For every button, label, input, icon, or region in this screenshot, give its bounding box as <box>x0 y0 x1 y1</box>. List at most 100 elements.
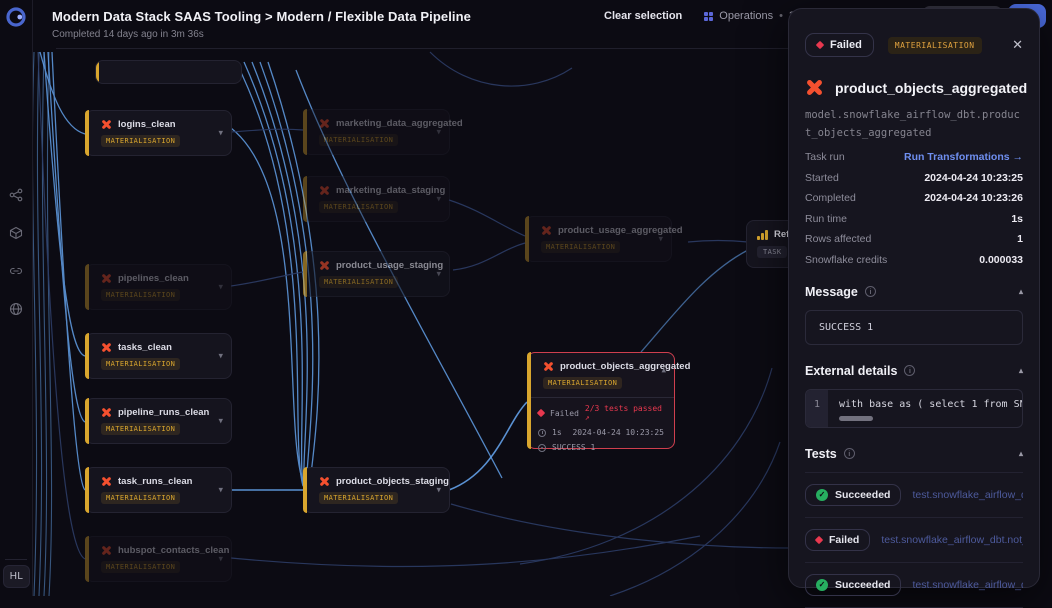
node-logins-clean[interactable]: logins_clean MATERIALISATION ▾ <box>85 110 232 156</box>
test-link[interactable]: test.snowflake_airflow_dbt.not_null_pr <box>881 534 1023 546</box>
chevron-down-icon[interactable]: ▾ <box>218 129 223 138</box>
chevron-down-icon[interactable]: ▾ <box>218 283 223 292</box>
section-title: External details <box>805 364 897 378</box>
node-name: task_runs_clean <box>118 476 192 487</box>
field-value: 2024-04-24 10:23:25 <box>924 172 1023 184</box>
materialisation-stripe <box>303 467 307 513</box>
detail-panel: Failed MATERIALISATION ✕ product_objects… <box>788 8 1040 588</box>
node-tasks-clean[interactable]: tasks_clean MATERIALISATION ▾ <box>85 333 232 379</box>
test-status-label: Succeeded <box>835 579 890 591</box>
section-title: Tests <box>805 447 837 461</box>
field-completed: Completed 2024-04-24 10:23:26 <box>805 192 1023 204</box>
field-value: 1s <box>1011 213 1023 225</box>
info-icon: i <box>844 448 855 459</box>
node-pipelines-clean[interactable]: pipelines_clean MATERIALISATION ▾ <box>85 264 232 310</box>
check-icon: ✓ <box>816 489 828 501</box>
dbt-icon <box>101 545 112 556</box>
dbt-icon <box>101 273 112 284</box>
sql-code-line: with base as ( select 1 from SNOWFLAKE <box>839 399 1016 410</box>
sql-code-block: 1 with base as ( select 1 from SNOWFLAKE <box>805 389 1023 428</box>
horizontal-scrollbar[interactable] <box>839 416 873 421</box>
cube-icon[interactable] <box>9 226 23 240</box>
globe-icon[interactable] <box>9 302 23 316</box>
clear-selection-button[interactable]: Clear selection <box>604 10 682 22</box>
task-type-badge: TASK <box>757 246 787 258</box>
header: Modern Data Stack SAAS Tooling > Modern … <box>52 9 471 40</box>
test-link[interactable]: test.snowflake_airflow_dbt.not_null_pr <box>912 579 1023 591</box>
link-icon[interactable] <box>9 264 23 278</box>
field-started: Started 2024-04-24 10:23:25 <box>805 172 1023 184</box>
node-badge: MATERIALISATION <box>541 241 620 253</box>
run-status-subtitle: Completed 14 days ago in 3m 36s <box>52 29 471 40</box>
field-label: Run time <box>805 213 847 225</box>
user-avatar[interactable]: HL <box>3 565 30 588</box>
chevron-down-icon[interactable]: ▾ <box>218 352 223 361</box>
materialisation-stripe <box>525 216 529 262</box>
chevron-down-icon[interactable]: ▾ <box>218 417 223 426</box>
operations-label[interactable]: Operations <box>719 10 773 22</box>
collapse-icon[interactable]: ▴ <box>1019 449 1023 458</box>
chevron-down-icon[interactable]: ▾ <box>436 195 441 204</box>
status-badge: Failed <box>805 33 874 57</box>
node-timestamp: 2024-04-24 10:23:25 <box>572 428 664 437</box>
bi-chart-icon <box>757 230 768 240</box>
node-task-runs-clean[interactable]: task_runs_clean MATERIALISATION ▾ <box>85 467 232 513</box>
test-link[interactable]: test.snowflake_airflow_dbt.unique_pro <box>912 489 1023 501</box>
field-label: Rows affected <box>805 233 871 245</box>
node-hubspot-contacts-clean[interactable]: hubspot_contacts_clean MATERIALISATION ▾ <box>85 536 232 582</box>
node-message: SUCCESS 1 <box>552 443 595 452</box>
dbt-icon <box>319 118 330 129</box>
sidebar-divider <box>5 559 27 560</box>
node-product-usage-aggregated[interactable]: product_usage_aggregated MATERIALISATION… <box>525 216 672 262</box>
chevron-up-icon[interactable]: ▴ <box>661 366 666 375</box>
chevron-down-icon[interactable]: ▾ <box>436 128 441 137</box>
clock-icon <box>538 429 546 437</box>
dbt-icon <box>543 361 554 372</box>
tests-summary-link[interactable]: 2/3 tests passed ↗ <box>585 404 664 422</box>
orchestra-logo-icon[interactable] <box>5 6 27 28</box>
close-icon[interactable]: ✕ <box>1012 37 1023 53</box>
node-badge: MATERIALISATION <box>101 561 180 573</box>
node-name: pipeline_runs_clean <box>118 407 209 418</box>
node-badge: MATERIALISATION <box>101 492 180 504</box>
node-partial-top[interactable] <box>95 60 242 84</box>
node-name: product_objects_aggregated <box>560 361 690 372</box>
field-task-run: Task run Run Transformations → <box>805 151 1023 163</box>
materialisation-stripe <box>303 176 307 222</box>
test-row: Failed test.snowflake_airflow_dbt.not_nu… <box>805 518 1023 563</box>
node-product-usage-staging[interactable]: product_usage_staging MATERIALISATION ▾ <box>303 251 450 297</box>
node-run-time: 1s <box>552 428 562 437</box>
materialisation-stripe <box>85 110 89 156</box>
node-marketing-data-aggregated[interactable]: marketing_data_aggregated MATERIALISATIO… <box>303 109 450 155</box>
node-name: marketing_data_staging <box>336 185 445 196</box>
node-marketing-data-staging[interactable]: marketing_data_staging MATERIALISATION ▾ <box>303 176 450 222</box>
external-details-section-header: External details i ▴ <box>805 364 1023 378</box>
collapse-icon[interactable]: ▴ <box>1019 287 1023 296</box>
node-name: product_usage_staging <box>336 260 443 271</box>
section-title: Message <box>805 285 858 299</box>
chevron-down-icon[interactable]: ▾ <box>658 235 663 244</box>
node-badge: MATERIALISATION <box>101 358 180 370</box>
node-badge: MATERIALISATION <box>319 201 398 213</box>
node-product-objects-aggregated-selected[interactable]: product_objects_aggregated MATERIALISATI… <box>527 352 675 449</box>
tests-list: ✓ Succeeded test.snowflake_airflow_dbt.u… <box>805 472 1023 608</box>
sidebar-nav <box>0 188 32 316</box>
node-product-objects-staging[interactable]: product_objects_staging MATERIALISATION … <box>303 467 450 513</box>
node-pipeline-runs-clean[interactable]: pipeline_runs_clean MATERIALISATION ▾ <box>85 398 232 444</box>
field-snowflake-credits: Snowflake credits 0.000033 <box>805 254 1023 266</box>
materialisation-stripe <box>85 536 89 582</box>
failed-diamond-icon <box>816 41 824 49</box>
dot-separator: • <box>779 10 783 22</box>
node-badge: MATERIALISATION <box>101 423 180 435</box>
chevron-down-icon[interactable]: ▾ <box>218 486 223 495</box>
chevron-down-icon[interactable]: ▾ <box>218 555 223 564</box>
materialisation-stripe <box>527 352 531 449</box>
task-run-link[interactable]: Run Transformations → <box>904 151 1023 163</box>
chevron-down-icon[interactable]: ▾ <box>436 270 441 279</box>
dbt-icon <box>541 225 552 236</box>
pipeline-graph-icon[interactable] <box>9 188 23 202</box>
node-divider <box>528 397 674 398</box>
chevron-down-icon[interactable]: ▾ <box>436 486 441 495</box>
info-icon: i <box>865 286 876 297</box>
collapse-icon[interactable]: ▴ <box>1019 366 1023 375</box>
